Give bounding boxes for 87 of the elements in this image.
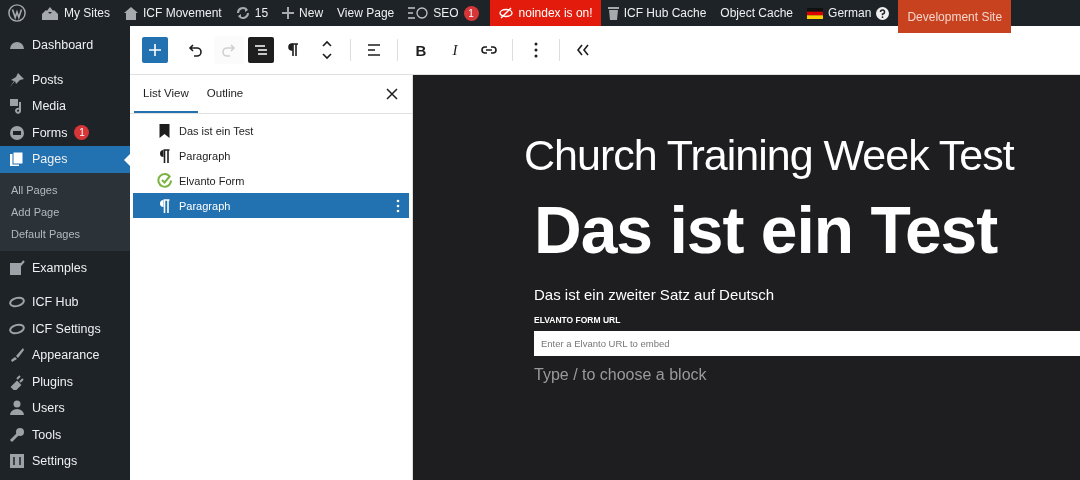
noindex-label: noindex is on! [518,6,593,20]
block-name: Paragraph [179,199,232,212]
sidebar-item[interactable]: Appearance [0,342,130,369]
sidebar-label: ICF Settings [32,321,101,336]
sidebar-item[interactable]: Settings [0,448,130,475]
close-icon[interactable] [386,88,398,100]
note-icon [9,259,25,276]
admin-bar-link[interactable]: View Page [330,0,402,26]
submenu-item[interactable]: Add Page [0,200,130,223]
sidebar-label: Dashboard [32,38,94,53]
sites-icon [41,6,59,20]
block-name: Paragraph [179,149,232,162]
vertical-dots-icon [534,42,538,58]
sidebar-item[interactable]: Pages [0,146,130,173]
block-list-item[interactable]: Das ist ein Test [133,118,409,143]
plug-icon [9,373,25,390]
notification-count: 1 [463,5,479,21]
pilcrow-icon [157,148,172,163]
noindex-warning[interactable]: noindex is on! [489,0,601,26]
block-name: Das ist ein Test [179,124,255,137]
sidebar-item[interactable]: Dashboard [0,32,130,59]
block-placeholder[interactable]: Type / to choose a block [534,366,1080,384]
admin-bar-link[interactable]: German [828,6,872,20]
url-input-field[interactable]: Enter a Elvanto URL to embed [534,331,1080,356]
sidebar-label: Media [32,99,67,114]
check-circle-icon [157,173,172,188]
sidebar-label: Forms [32,125,68,140]
sidebar-label: Users [32,401,65,416]
paragraph-text: Das ist ein zweiter Satz auf Deutsch [534,286,776,303]
user-icon [9,400,25,417]
more-options-icon[interactable] [396,198,400,213]
sidebar-item[interactable]: Tools [0,421,130,448]
sidebar-label: Plugins [32,374,73,389]
sidebar-item[interactable]: Posts [0,66,130,93]
brush-icon [9,347,25,364]
admin-bar-link[interactable]: My Sites [64,6,110,20]
eye-slash-icon [497,7,514,19]
page-heading: Das ist ein Test [534,192,999,268]
seo-icon [408,7,429,19]
sidebar-item[interactable]: Examples [0,254,130,281]
admin-bar-link[interactable]: Object Cache [713,0,801,26]
refresh-icon [235,6,250,20]
submenu-item[interactable]: All Pages [0,178,130,201]
field-label: ELVANTO FORM URL [534,315,622,325]
sidebar-item[interactable]: Media [0,93,130,120]
sidebar-item[interactable]: Forms 1 [0,119,130,146]
sidebar-item[interactable]: Users [0,395,130,422]
admin-bar-link[interactable]: SEO [433,6,459,20]
sidebar-label: Pages [32,152,68,167]
admin-bar-link[interactable]: ICF Hub Cache [623,6,707,20]
sidebar-item[interactable]: ICF Settings [0,315,130,342]
bookmark-icon [157,123,172,138]
admin-bar-link[interactable]: 15 [254,6,269,20]
admin-bar-link[interactable]: ICF Movement [143,6,222,20]
wrench-icon [9,426,25,443]
add-button[interactable] [142,37,168,63]
trash-icon [607,6,619,20]
home-icon [124,6,138,20]
list-view-button[interactable] [248,37,274,63]
sidebar-label: Posts [32,72,64,87]
pages-icon [9,151,25,168]
bold-button[interactable]: B [406,36,436,64]
site-title: Church Training Week Test [524,131,1016,180]
flag-icon [807,7,824,19]
form-icon [9,124,25,141]
submenu-item[interactable]: Default Pages [0,222,130,245]
sidebar-label: Examples [32,260,87,275]
plus-icon [282,7,295,19]
panel-tab[interactable]: List View [134,75,198,113]
notification-count: 1 [74,125,90,141]
sidebar-label: Tools [32,427,62,442]
block-list-item[interactable]: Paragraph [133,143,409,168]
help-icon[interactable] [876,6,890,20]
sidebar-label: ICF Hub [32,295,79,310]
sidebar-item[interactable]: ICF Hub [0,289,130,316]
block-name: Elvanto Form [179,174,246,187]
admin-bar-link[interactable]: New [299,6,324,20]
sidebar-label: Appearance [32,348,100,363]
sidebar-item[interactable]: Plugins [0,368,130,395]
panel-tab[interactable]: Outline [197,75,253,113]
pilcrow-icon [157,198,172,213]
block-list-item[interactable]: Elvanto Form [133,168,409,193]
sliders-icon [9,453,25,470]
environment-badge[interactable]: Development Site [898,0,1012,33]
italic-button[interactable]: I [440,36,470,64]
block-list-item[interactable]: Paragraph [133,193,409,218]
sidebar-label: Settings [32,454,78,469]
